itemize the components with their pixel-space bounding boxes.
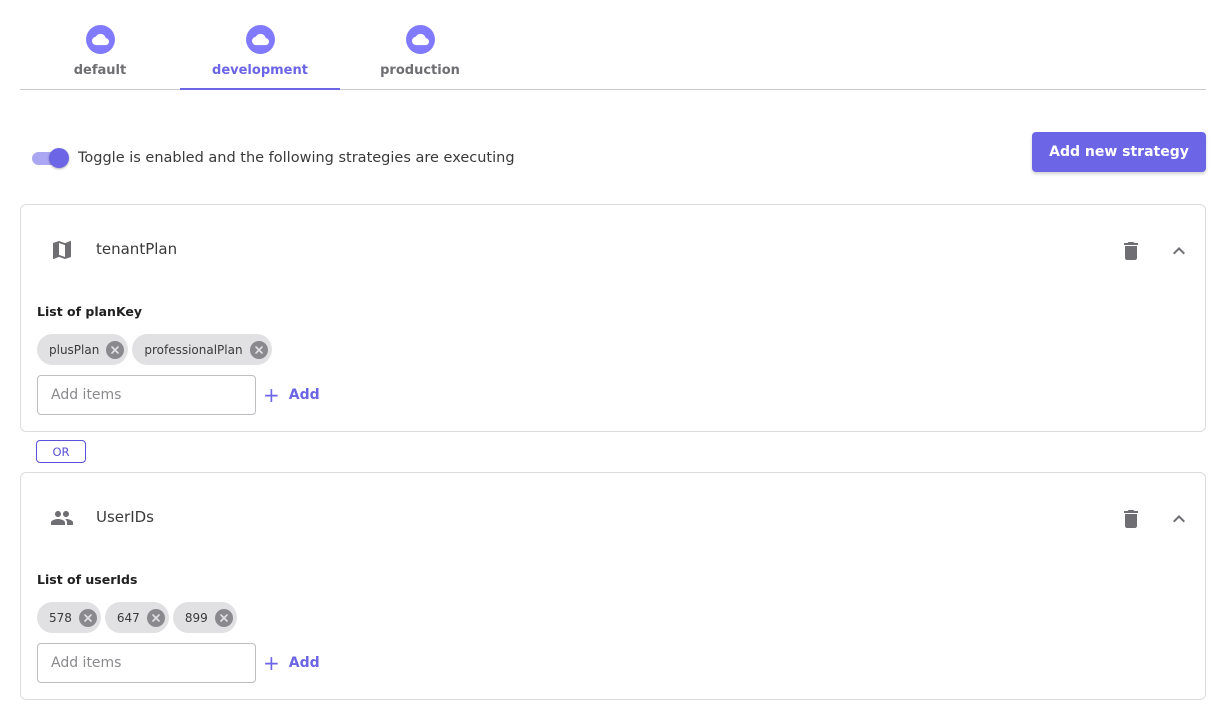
or-separator-badge: OR bbox=[36, 440, 86, 463]
collapse-chevron-up-icon[interactable] bbox=[1167, 239, 1191, 263]
strategy-card-tenantplan: tenantPlan List of planKey plusPlan prof… bbox=[20, 204, 1206, 432]
chip-label: 647 bbox=[116, 610, 140, 625]
add-items-input[interactable] bbox=[37, 375, 256, 415]
chip-list: plusPlan professionalPlan bbox=[37, 334, 272, 365]
remove-chip-icon[interactable] bbox=[78, 608, 97, 627]
value-chip: professionalPlan bbox=[132, 334, 272, 365]
collapse-chevron-up-icon[interactable] bbox=[1167, 507, 1191, 531]
chip-label: 578 bbox=[49, 610, 72, 625]
add-item-button[interactable]: + Add bbox=[263, 383, 320, 407]
chip-label: professionalPlan bbox=[144, 342, 243, 357]
strategy-card-userids: UserIDs List of userIds 578 647 899 + Ad… bbox=[20, 472, 1206, 700]
cloud-icon bbox=[245, 25, 275, 54]
add-items-input[interactable] bbox=[37, 643, 256, 683]
environment-tabs: default development production bbox=[20, 0, 1206, 90]
strategy-title: UserIDs bbox=[96, 508, 154, 526]
remove-chip-icon[interactable] bbox=[249, 340, 268, 359]
tab-label: production bbox=[380, 63, 460, 78]
people-icon bbox=[51, 511, 73, 525]
add-item-button[interactable]: + Add bbox=[263, 651, 320, 675]
tab-development[interactable]: development bbox=[180, 0, 340, 90]
list-label: List of planKey bbox=[37, 304, 143, 319]
list-label: List of userIds bbox=[37, 572, 138, 587]
chip-list: 578 647 899 bbox=[37, 602, 237, 633]
cloud-icon bbox=[85, 25, 115, 54]
value-chip: 899 bbox=[172, 602, 237, 633]
feature-toggle-switch[interactable] bbox=[32, 146, 70, 170]
delete-strategy-trash-icon[interactable] bbox=[1119, 239, 1143, 263]
add-label: Add bbox=[288, 655, 320, 671]
remove-chip-icon[interactable] bbox=[106, 340, 125, 359]
tab-default[interactable]: default bbox=[20, 0, 180, 89]
delete-strategy-trash-icon[interactable] bbox=[1119, 507, 1143, 531]
chip-label: plusPlan bbox=[49, 342, 100, 357]
toggle-status-text: Toggle is enabled and the following stra… bbox=[78, 150, 515, 166]
plus-icon: + bbox=[263, 651, 280, 675]
switch-thumb bbox=[49, 148, 69, 168]
map-icon bbox=[53, 241, 71, 259]
chip-label: 899 bbox=[184, 610, 208, 625]
tab-label: default bbox=[73, 63, 127, 78]
plus-icon: + bbox=[263, 383, 280, 407]
add-label: Add bbox=[288, 387, 320, 403]
remove-chip-icon[interactable] bbox=[146, 608, 165, 627]
add-new-strategy-button[interactable]: Add new strategy bbox=[1032, 132, 1206, 172]
tab-label: development bbox=[212, 63, 308, 78]
remove-chip-icon[interactable] bbox=[214, 608, 233, 627]
toggle-status-row: Toggle is enabled and the following stra… bbox=[32, 146, 515, 170]
value-chip: 578 bbox=[37, 602, 101, 633]
value-chip: 647 bbox=[104, 602, 169, 633]
tab-production[interactable]: production bbox=[340, 0, 500, 89]
cloud-icon bbox=[405, 25, 435, 54]
value-chip: plusPlan bbox=[37, 334, 129, 365]
strategy-title: tenantPlan bbox=[96, 240, 178, 258]
